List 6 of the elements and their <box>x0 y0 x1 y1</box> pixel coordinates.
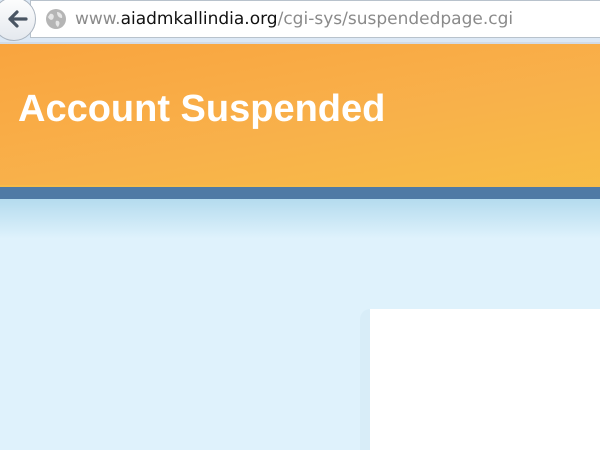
url-text: www.aiadmkallindia.org/cgi-sys/suspendedpage.cgi <box>75 9 514 29</box>
globe-icon <box>45 8 67 30</box>
address-bar[interactable]: www.aiadmkallindia.org/cgi-sys/suspendedpage.cgi <box>30 0 600 38</box>
back-button[interactable] <box>0 0 36 41</box>
back-arrow-icon <box>8 10 28 28</box>
page-title: Account Suspended <box>18 88 386 131</box>
